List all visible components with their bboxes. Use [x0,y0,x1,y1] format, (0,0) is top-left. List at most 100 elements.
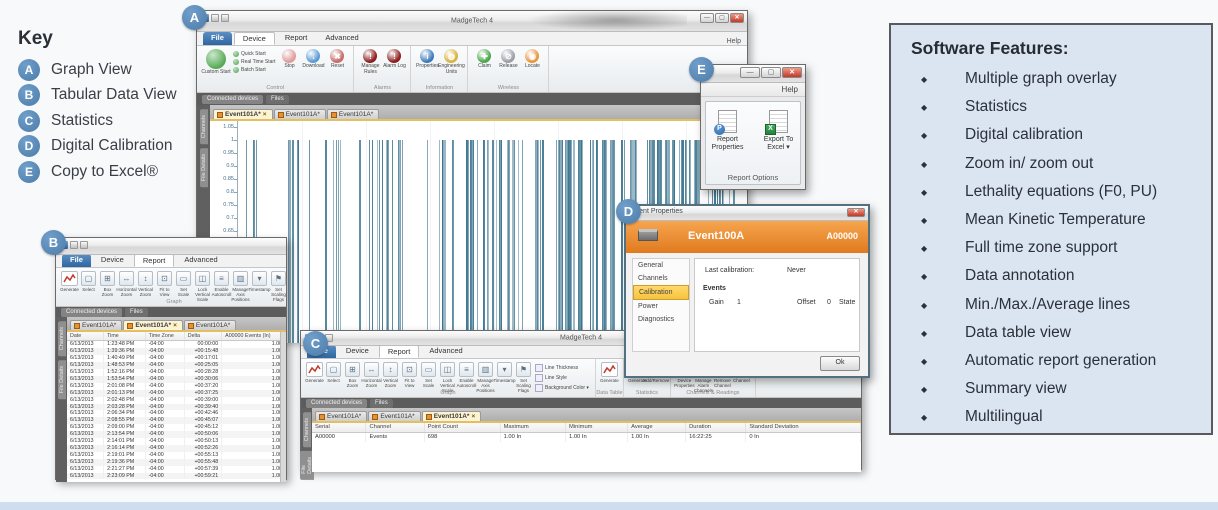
maximize-button[interactable]: ▢ [761,67,781,78]
ribbon-button-vertical-zoom[interactable]: ↕Vertical Zoom [381,362,400,394]
column-header-average[interactable]: Average [628,423,686,432]
vertical-scrollbar[interactable] [280,332,286,482]
table-row[interactable]: 6/13/20132:01:08 PM-04:00+00:37:201.00 [67,383,286,390]
table-row[interactable]: 6/13/20132:19:01 PM-04:00+00:55:131.00 [67,452,286,459]
ribbon-stack-item-quick-start[interactable]: Quick Start [233,51,275,57]
column-header-point-count[interactable]: Point Count [424,423,500,432]
ribbon-button-generate[interactable]: Generate [600,362,619,383]
tab-file[interactable]: File [62,254,91,267]
ribbon-button-claim[interactable]: ✚Claim [472,49,496,70]
column-header-time-zone[interactable]: Time Zone [145,332,184,341]
table-row[interactable]: 6/13/20132:01:13 PM-04:00+00:37:251.00 [67,390,286,397]
ribbon-button-box-zoom[interactable]: ⊞Box Zoom [98,271,117,303]
file-tab-event101a[interactable]: Event101A* [184,320,236,330]
panel-tab-connected-devices[interactable]: Connected devices [61,308,122,317]
table-row[interactable]: 6/13/20132:21:27 PM-04:00+00:57:391.00 [67,466,286,473]
column-header-maximum[interactable]: Maximum [500,423,565,432]
ribbon-button-stop[interactable]: Stop [277,49,301,70]
file-tab-event101a[interactable]: Event101A*× [123,320,183,330]
table-row[interactable]: 6/13/20132:02:48 PM-04:00+00:39:001.00 [67,397,286,404]
tab-device[interactable]: Device [93,254,132,267]
table-row[interactable]: 6/13/20131:53:54 PM-04:00+00:30:061.00 [67,376,286,383]
table-row[interactable]: 6/13/20132:16:14 PM-04:00+00:52:261.00 [67,445,286,452]
table-row[interactable]: 6/13/20132:06:34 PM-04:00+00:42:461.00 [67,410,286,417]
ribbon-button-set-scale[interactable]: ▭Set Scale [174,271,193,303]
close-button[interactable]: ✕ [782,67,802,78]
ribbon-button-generate[interactable]: Generate [60,271,79,303]
table-row[interactable]: 6/13/20132:23:09 PM-04:00+00:59:211.00 [67,473,286,480]
close-button[interactable]: ✕ [730,13,744,23]
file-tab-event101a[interactable]: Event101A* [368,411,420,421]
panel-tab-files[interactable]: Files [266,95,289,104]
file-tab-close-icon[interactable]: × [263,111,267,118]
file-tab-event101a[interactable]: Event101A* [315,411,367,421]
properties-nav-diagnostics[interactable]: Diagnostics [633,313,689,326]
side-tab-file-details[interactable]: File Details [58,360,66,399]
ribbon-button-alarm-log[interactable]: !Alarm Log [382,49,406,76]
ribbon-button-properties[interactable]: iProperties [415,49,439,76]
tab-device[interactable]: Device [234,32,275,45]
table-row[interactable]: 6/13/20132:19:36 PM-04:00+00:55:481.00 [67,459,286,466]
maximize-button[interactable]: ▢ [715,13,729,23]
ribbon-button-manage-axis-positions[interactable]: ▥Manage Axis Positions [231,271,250,303]
ribbon-button-fit-to-view[interactable]: ⊡Fit to View [400,362,419,394]
ribbon-button-engineering-units[interactable]: ◍Engineering Units [439,49,463,76]
table-row[interactable]: 6/13/20131:52:16 PM-04:00+00:28:281.00 [67,369,286,376]
custom-start-button[interactable]: Custom Start [201,49,231,76]
column-header-date[interactable]: Date [67,332,104,341]
tab-advanced[interactable]: Advanced [421,345,470,358]
help-link[interactable]: Help [727,38,741,45]
ribbon-button-manage-rules[interactable]: !Manage Rules [358,49,382,76]
table-row[interactable]: 6/13/20132:14:01 PM-04:00+00:50:131.00 [67,438,286,445]
ribbon-button-set-scaling-flags[interactable]: ⚑Set Scaling Flags [269,271,286,303]
ribbon-button-generate[interactable]: Generate [305,362,324,394]
side-tab-channels[interactable]: Channels [200,109,208,144]
column-header-serial[interactable]: Serial [312,423,366,432]
window-a-titlebar[interactable]: MadgeTech 4 — ▢ ✕ [197,11,747,32]
ribbon-button-timestamp[interactable]: ▾Timestamp [495,362,514,394]
panel-tab-connected-devices[interactable]: Connected devices [306,399,367,408]
tab-report[interactable]: Report [277,32,316,45]
ribbon-stack-item-batch-start[interactable]: Batch Start [233,67,275,73]
column-header-minimum[interactable]: Minimum [565,423,627,432]
side-tab-file-details[interactable]: File Details [200,148,208,187]
table-row[interactable]: 6/13/20131:39:36 PM-04:00+00:15:481.00 [67,348,286,355]
help-link[interactable]: Help [782,85,798,94]
table-row[interactable]: 6/13/20132:03:28 PM-04:00+00:39:401.00 [67,404,286,411]
table-row[interactable]: 6/13/20131:23:48 PM-04:0000:00:001.00 [67,341,286,348]
ribbon-button-reset[interactable]: ✖Reset [325,49,349,70]
window-e-titlebar[interactable]: — ▢ ✕ [701,65,805,83]
window-b-titlebar[interactable] [56,238,286,255]
column-header-duration[interactable]: Duration [686,423,746,432]
table-row[interactable]: 6/13/20132:09:00 PM-04:00+00:45:121.00 [67,424,286,431]
ribbon-button-vertical-zoom[interactable]: ↕Vertical Zoom [136,271,155,303]
side-tab-channels[interactable]: Channels [303,412,311,447]
ribbon-button-select[interactable]: ▢Select [79,271,98,303]
panel-tab-connected-devices[interactable]: Connected devices [202,95,263,104]
column-header-time[interactable]: Time [104,332,146,341]
minimize-button[interactable]: — [740,67,760,78]
table-row[interactable]: 6/13/20131:48:53 PM-04:00+00:25:051.00 [67,362,286,369]
tab-device[interactable]: Device [338,345,377,358]
file-tab-close-icon[interactable]: × [471,413,475,420]
ok-button[interactable]: Ok [820,356,860,371]
table-row[interactable]: A00000Events6981.00 In1.00 In1.00 In16:2… [312,432,861,442]
file-tab-event101a[interactable]: Event101A*× [213,109,273,119]
file-tab-event101a[interactable]: Event101A* [274,109,326,119]
dialog-titlebar[interactable]: Event Properties ✕ [626,206,868,221]
ribbon-button-timestamp[interactable]: ▾Timestamp [250,271,269,303]
ribbon-button-fit-to-view[interactable]: ⊡Fit to View [155,271,174,303]
panel-tab-files[interactable]: Files [370,399,393,408]
ribbon-button-select[interactable]: ▢Select [324,362,343,394]
file-tab-event101a[interactable]: Event101A* [327,109,379,119]
ribbon-stack-item-real-time-start[interactable]: Real Time Start [233,59,275,65]
ribbon-button-download[interactable]: ↓Download [301,49,325,70]
properties-nav-calibration[interactable]: Calibration [633,285,689,300]
ribbon-button-enable-autoscroll[interactable]: ≡Enable Autoscroll [457,362,476,394]
file-tab-event101a[interactable]: Event101A* [70,320,122,330]
file-tab-event101a[interactable]: Event101A*× [422,411,482,421]
tab-advanced[interactable]: Advanced [317,32,366,45]
tab-report[interactable]: Report [379,345,420,358]
ribbon-button-horizontal-zoom[interactable]: ↔Horizontal Zoom [362,362,381,394]
close-button[interactable]: ✕ [847,208,865,217]
